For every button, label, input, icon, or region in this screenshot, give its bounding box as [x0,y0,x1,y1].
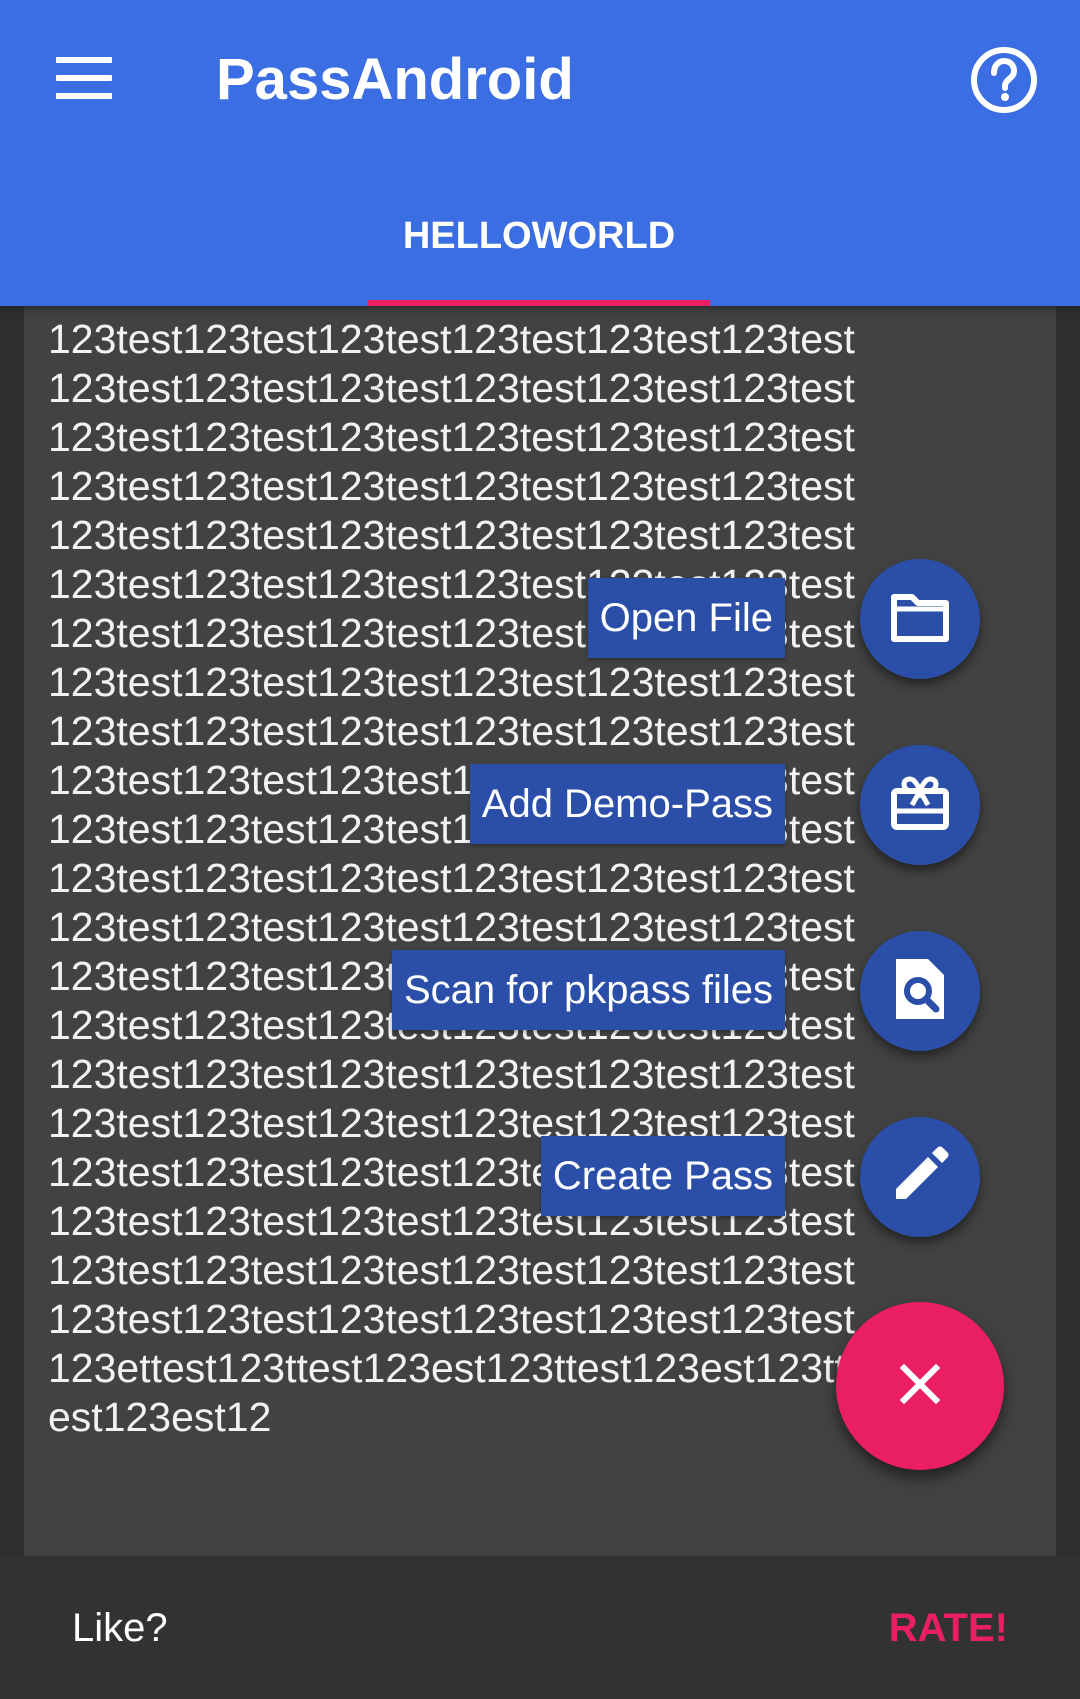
create-pass-button[interactable] [860,1117,980,1237]
open-file-label[interactable]: Open File [587,578,785,658]
tab-helloworld[interactable]: HELLOWORLD [368,200,710,306]
tab-indicator [368,300,710,306]
add-demo-pass-label[interactable]: Add Demo-Pass [469,764,785,844]
add-demo-pass-button[interactable] [860,745,980,865]
close-fab-button[interactable] [836,1302,1004,1470]
scan-button[interactable] [860,931,980,1051]
scan-label[interactable]: Scan for pkpass files [391,950,785,1030]
open-file-button[interactable] [860,559,980,679]
create-pass-label[interactable]: Create Pass [540,1136,785,1216]
find-in-page-icon [892,955,948,1028]
snackbar: Like? RATE! [0,1556,1080,1699]
app-title: PassAndroid [216,47,574,112]
help-icon[interactable] [968,44,1040,116]
pass-card-text: 123test123test123test123test123test123te… [48,267,855,1440]
tab-label: HELLOWORLD [402,215,676,257]
snackbar-text: Like? [72,1606,168,1650]
menu-icon[interactable] [42,42,126,114]
edit-icon [890,1145,950,1210]
close-icon [898,1362,942,1411]
card-giftcard-icon [888,771,952,840]
app-bar: PassAndroid HELLOWORLD [0,0,1080,306]
folder-icon [888,589,952,650]
rate-button[interactable]: RATE! [889,1600,1008,1656]
